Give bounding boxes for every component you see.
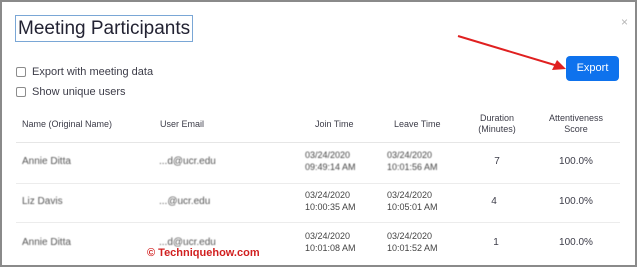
column-header-name[interactable]: Name (Original Name) bbox=[22, 119, 112, 130]
column-header-email[interactable]: User Email bbox=[160, 119, 204, 130]
join-date: 03/24/2020 bbox=[305, 231, 351, 241]
join-time: 03/24/2020 10:00:35 AM bbox=[305, 189, 356, 213]
participant-name: Annie Ditta bbox=[22, 237, 71, 248]
join-time: 03/24/2020 09:49:14 AM bbox=[305, 149, 356, 173]
dialog-title: Meeting Participants bbox=[15, 15, 194, 42]
participant-email: ...d@ucr.edu bbox=[159, 156, 216, 167]
participant-email: ...@ucr.edu bbox=[159, 196, 211, 207]
leave-date: 03/24/2020 bbox=[387, 231, 433, 241]
leave-date: 03/24/2020 bbox=[387, 150, 433, 160]
join-clock: 09:49:14 AM bbox=[305, 162, 356, 172]
duration-value: 7 bbox=[494, 156, 500, 167]
join-clock: 10:00:35 AM bbox=[305, 202, 356, 212]
show-unique-users-option[interactable]: Show unique users bbox=[16, 85, 126, 99]
leave-clock: 10:01:52 AM bbox=[387, 243, 438, 253]
participant-name: Liz Davis bbox=[22, 196, 63, 207]
leave-clock: 10:05:01 AM bbox=[387, 202, 438, 212]
column-header-join-time[interactable]: Join Time bbox=[315, 119, 354, 130]
leave-clock: 10:01:56 AM bbox=[387, 162, 438, 172]
close-icon[interactable]: × bbox=[621, 15, 628, 29]
watermark-text: © Techniquehow.com bbox=[147, 247, 260, 259]
duration-value: 1 bbox=[493, 237, 499, 248]
column-header-duration[interactable]: Duration (Minutes) bbox=[470, 113, 524, 135]
annotation-arrow-icon bbox=[457, 35, 566, 70]
show-unique-users-checkbox[interactable] bbox=[16, 87, 26, 97]
attentiveness-value: 100.0% bbox=[559, 196, 593, 207]
leave-time: 03/24/2020 10:01:56 AM bbox=[387, 149, 438, 173]
column-header-leave-time[interactable]: Leave Time bbox=[394, 119, 441, 130]
export-button[interactable]: Export bbox=[566, 56, 619, 81]
duration-value: 4 bbox=[491, 196, 497, 207]
column-header-attentiveness[interactable]: Attentiveness Score bbox=[543, 113, 609, 135]
row-divider bbox=[16, 183, 620, 184]
bottom-fade bbox=[2, 257, 635, 265]
meeting-participants-dialog: Meeting Participants × Export with meeti… bbox=[0, 0, 637, 267]
show-unique-users-label: Show unique users bbox=[32, 86, 126, 98]
attentiveness-value: 100.0% bbox=[559, 237, 593, 248]
leave-time: 03/24/2020 10:05:01 AM bbox=[387, 189, 438, 213]
row-divider bbox=[16, 222, 620, 223]
export-with-meeting-data-label: Export with meeting data bbox=[32, 66, 154, 78]
participant-name: Annie Ditta bbox=[22, 156, 71, 167]
join-clock: 10:01:08 AM bbox=[305, 243, 356, 253]
leave-time: 03/24/2020 10:01:52 AM bbox=[387, 230, 438, 254]
attentiveness-value: 100.0% bbox=[559, 156, 593, 167]
join-time: 03/24/2020 10:01:08 AM bbox=[305, 230, 356, 254]
header-divider bbox=[16, 142, 620, 143]
join-date: 03/24/2020 bbox=[305, 150, 351, 160]
export-with-meeting-data-option[interactable]: Export with meeting data bbox=[16, 65, 153, 79]
leave-date: 03/24/2020 bbox=[387, 190, 433, 200]
join-date: 03/24/2020 bbox=[305, 190, 351, 200]
export-with-meeting-data-checkbox[interactable] bbox=[16, 67, 26, 77]
